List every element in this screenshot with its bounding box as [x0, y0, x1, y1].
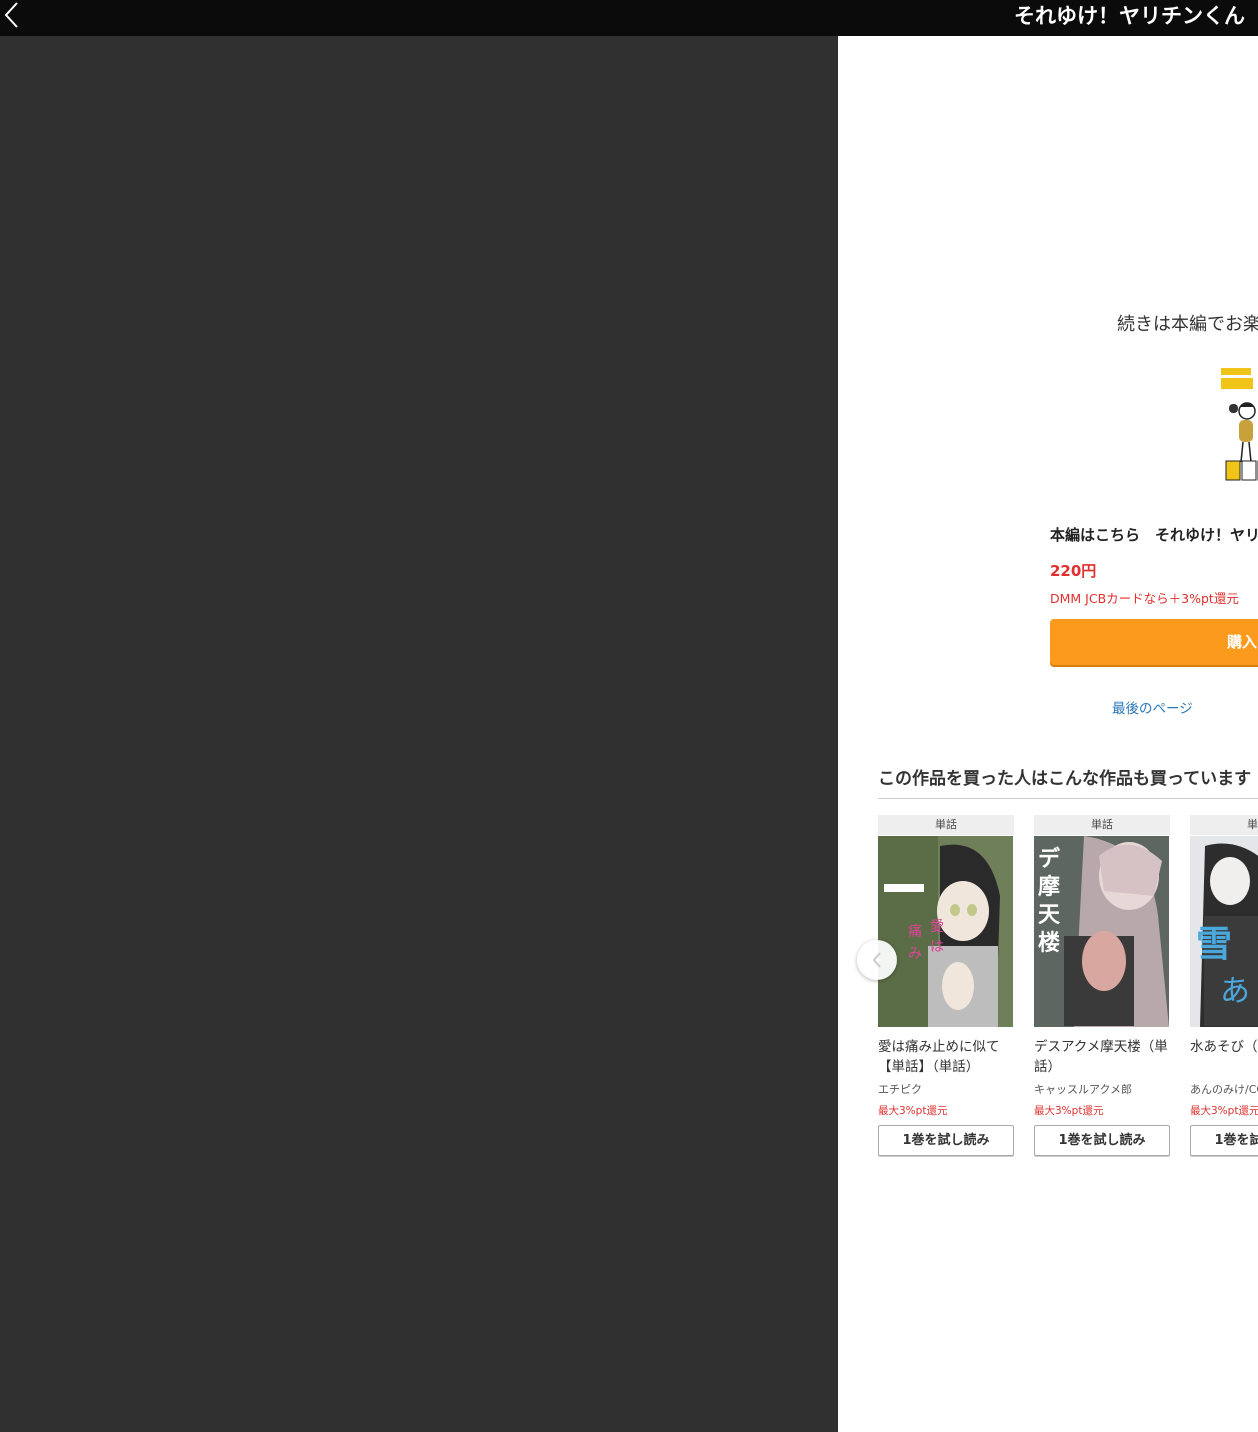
left-page-area [0, 36, 838, 1432]
card-points-note: DMM JCBカードなら＋3%pt還元 [1050, 591, 1239, 606]
svg-text:愛: 愛 [930, 919, 944, 935]
trial-read-label: 1巻を試し読み [1214, 1133, 1258, 1148]
last-page-link[interactable]: 最後のページ [1112, 697, 1193, 717]
chevron-left-icon [4, 2, 18, 28]
back-button[interactable] [0, 0, 24, 30]
recommendation-points: 最大3%pt還元 [1034, 1105, 1104, 1117]
svg-text:痛: 痛 [908, 923, 922, 940]
format-badge: 単話 [1190, 815, 1258, 835]
book-cover-image[interactable] [1221, 366, 1258, 484]
carousel-prev-button[interactable] [857, 940, 897, 980]
svg-text:デ: デ [1038, 846, 1061, 872]
work-title: それゆけ！ヤリチンくん [1014, 4, 1245, 28]
recommendation-points: 最大3%pt還元 [878, 1105, 948, 1117]
svg-text:は: は [930, 939, 944, 955]
reader-topbar: それゆけ！ヤリチンくん [0, 0, 1258, 36]
recommendation-title[interactable]: デスアクメ摩天楼（単話） [1034, 1037, 1170, 1077]
trial-read-label: 1巻を試し読み [902, 1133, 990, 1148]
book-price: 220円 [1050, 562, 1097, 580]
recommendation-cover[interactable]: 雪 あ [1190, 836, 1258, 1027]
trial-read-button[interactable]: 1巻を試し読み [1034, 1125, 1170, 1156]
trial-read-button[interactable]: 1巻を試し読み [1190, 1125, 1258, 1156]
buy-button-label: 購入 [1227, 633, 1258, 651]
trial-read-label: 1巻を試し読み [1058, 1133, 1146, 1148]
continue-message: 続きは本編でお楽しみください [1117, 314, 1258, 335]
end-of-preview-page: 続きは本編でお楽しみください 本編はこちら それゆけ！ヤリチンくん 220円 D… [838, 36, 1258, 1432]
recommendation-card[interactable]: 単話 デ 摩 天 楼 デスアクメ摩天楼（単話） キャッスルアクメ郎 最大3%pt… [1034, 815, 1170, 1160]
recommendation-cover[interactable]: デ 摩 天 楼 [1034, 836, 1169, 1027]
format-badge: 単話 [1034, 815, 1170, 835]
reader-app: それゆけ！ヤリチンくん 続きは本編でお楽しみください 本編はこちら それゆけ！ヤ… [0, 0, 1258, 1432]
svg-text:あ: あ [1220, 974, 1250, 1009]
svg-text:天: 天 [1038, 903, 1061, 928]
recommendation-card[interactable]: 単話 愛 は 痛 み 愛は痛み止めに似て【単話】（単話） エチピク 最大3%pt… [878, 815, 1014, 1160]
recommendation-title[interactable]: 水あそび（ [1190, 1037, 1258, 1057]
recommendation-title[interactable]: 愛は痛み止めに似て【単話】（単話） [878, 1037, 1014, 1077]
recommendation-author[interactable]: エチピク [878, 1081, 922, 1097]
recommendation-author[interactable]: キャッスルアクメ郎 [1034, 1081, 1132, 1097]
divider [878, 798, 1258, 799]
recommendations-carousel: 単話 愛 は 痛 み 愛は痛み止めに似て【単話】（単話） エチピク 最大3%pt… [878, 815, 1258, 1165]
trial-read-button[interactable]: 1巻を試し読み [878, 1125, 1014, 1156]
recommendations-heading: この作品を買った人はこんな作品も買っています [878, 769, 1252, 789]
recommendation-card[interactable]: 単話 雪 あ 水あそび（ あんのみけ/CO 最大3%pt還元 1巻を試し読み [1190, 815, 1258, 1160]
svg-text:楼: 楼 [1038, 931, 1060, 956]
chevron-left-icon [872, 952, 881, 968]
recommendation-cover[interactable]: 愛 は 痛 み [878, 836, 1013, 1027]
recommendation-author[interactable]: あんのみけ/CO [1190, 1081, 1258, 1097]
book-title-link[interactable]: 本編はこちら それゆけ！ヤリチンくん [1050, 524, 1258, 545]
svg-text:雪: 雪 [1196, 924, 1232, 965]
recommendation-points: 最大3%pt還元 [1190, 1105, 1258, 1117]
format-badge: 単話 [878, 815, 1014, 835]
svg-text:み: み [908, 946, 922, 962]
buy-button[interactable]: 購入 [1050, 619, 1258, 665]
svg-text:摩: 摩 [1038, 874, 1060, 900]
